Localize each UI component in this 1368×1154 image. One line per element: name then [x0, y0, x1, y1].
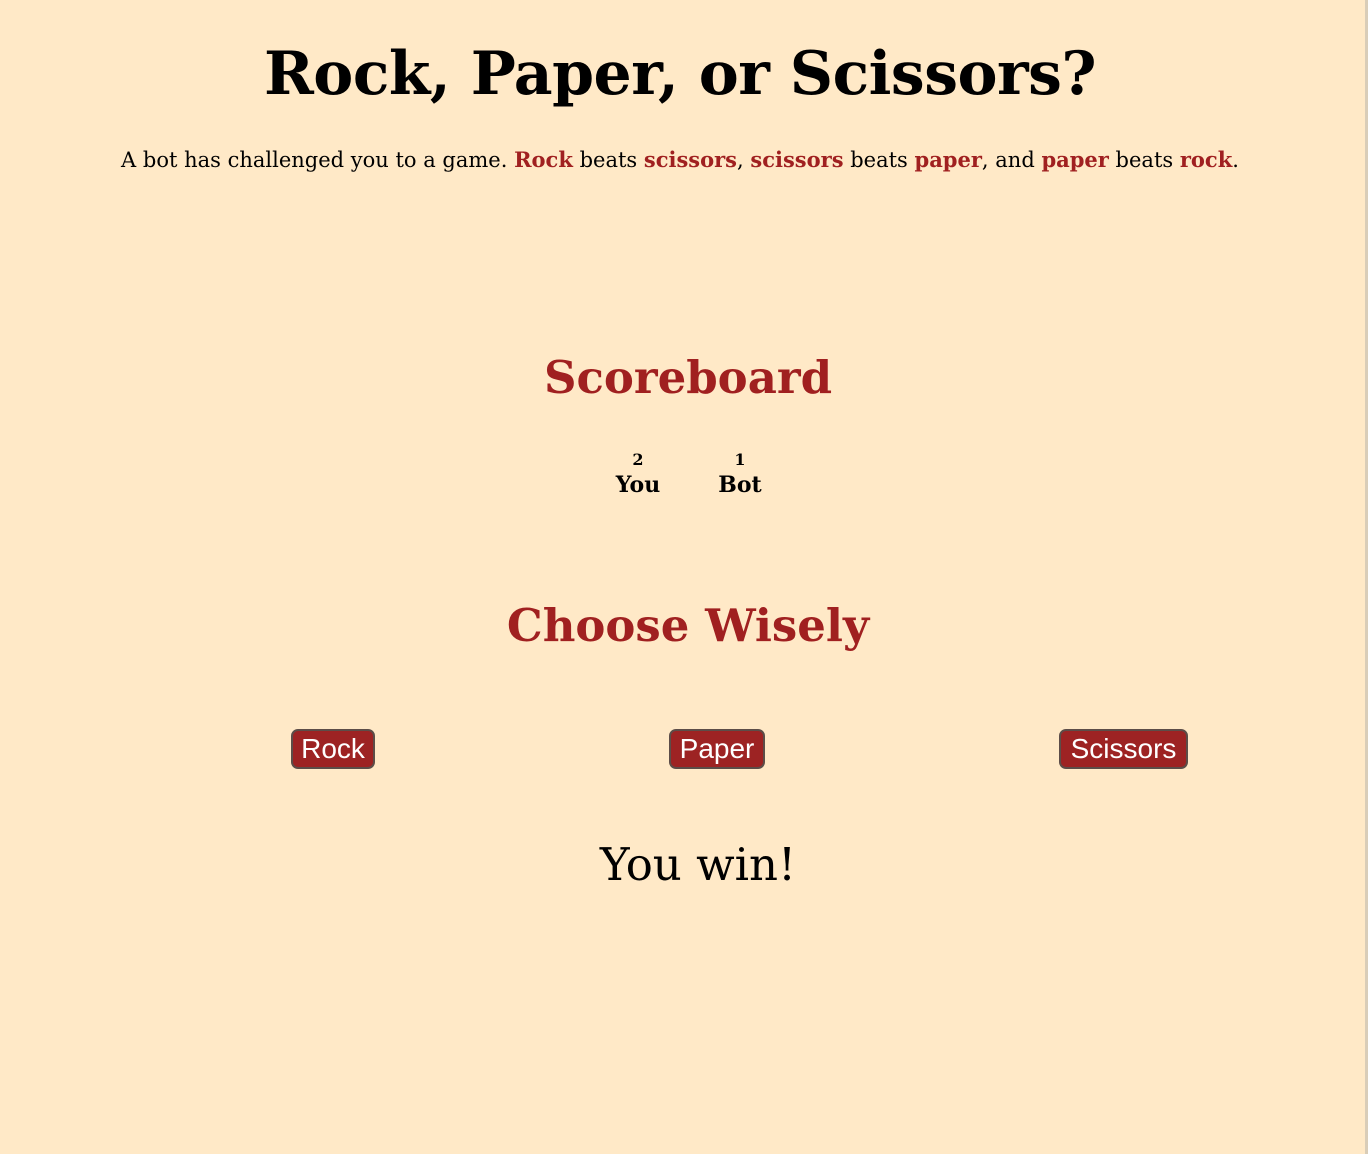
intro-beats: beats [579, 148, 638, 172]
intro-period: . [1232, 148, 1239, 172]
choose-title: Choose Wisely [506, 599, 870, 652]
page-title: Rock, Paper, or Scissors? [263, 39, 1097, 109]
intro-and: , and [981, 148, 1035, 172]
score-you: 2 You [588, 450, 688, 500]
score-bot-label: Bot [718, 472, 762, 498]
score-you-label: You [615, 472, 661, 498]
score-bot-value: 1 [734, 450, 746, 469]
intro-paper: paper [914, 147, 982, 172]
intro-paper-2: paper [1041, 147, 1109, 172]
intro-comma: , [737, 148, 744, 172]
paper-button[interactable]: Paper [669, 729, 765, 769]
scissors-button[interactable]: Scissors [1059, 729, 1188, 769]
intro-scissors-2: scissors [750, 147, 844, 172]
intro-rock-2: rock [1179, 147, 1233, 172]
score-bot: 1 Bot [690, 450, 790, 500]
intro-scissors: scissors [643, 147, 738, 172]
intro-rock: Rock [514, 147, 573, 172]
intro-text: A bot has challenged you to a game. Rock… [0, 146, 1360, 174]
rock-button[interactable]: Rock [291, 729, 375, 769]
intro-beats-3: beats [1115, 148, 1174, 172]
intro-sentence: A bot has challenged you to a game. [121, 148, 508, 172]
scoreboard-title: Scoreboard [543, 351, 833, 404]
intro-beats-2: beats [850, 148, 908, 172]
result-message: You win! [599, 838, 797, 891]
score-you-value: 2 [632, 450, 644, 469]
